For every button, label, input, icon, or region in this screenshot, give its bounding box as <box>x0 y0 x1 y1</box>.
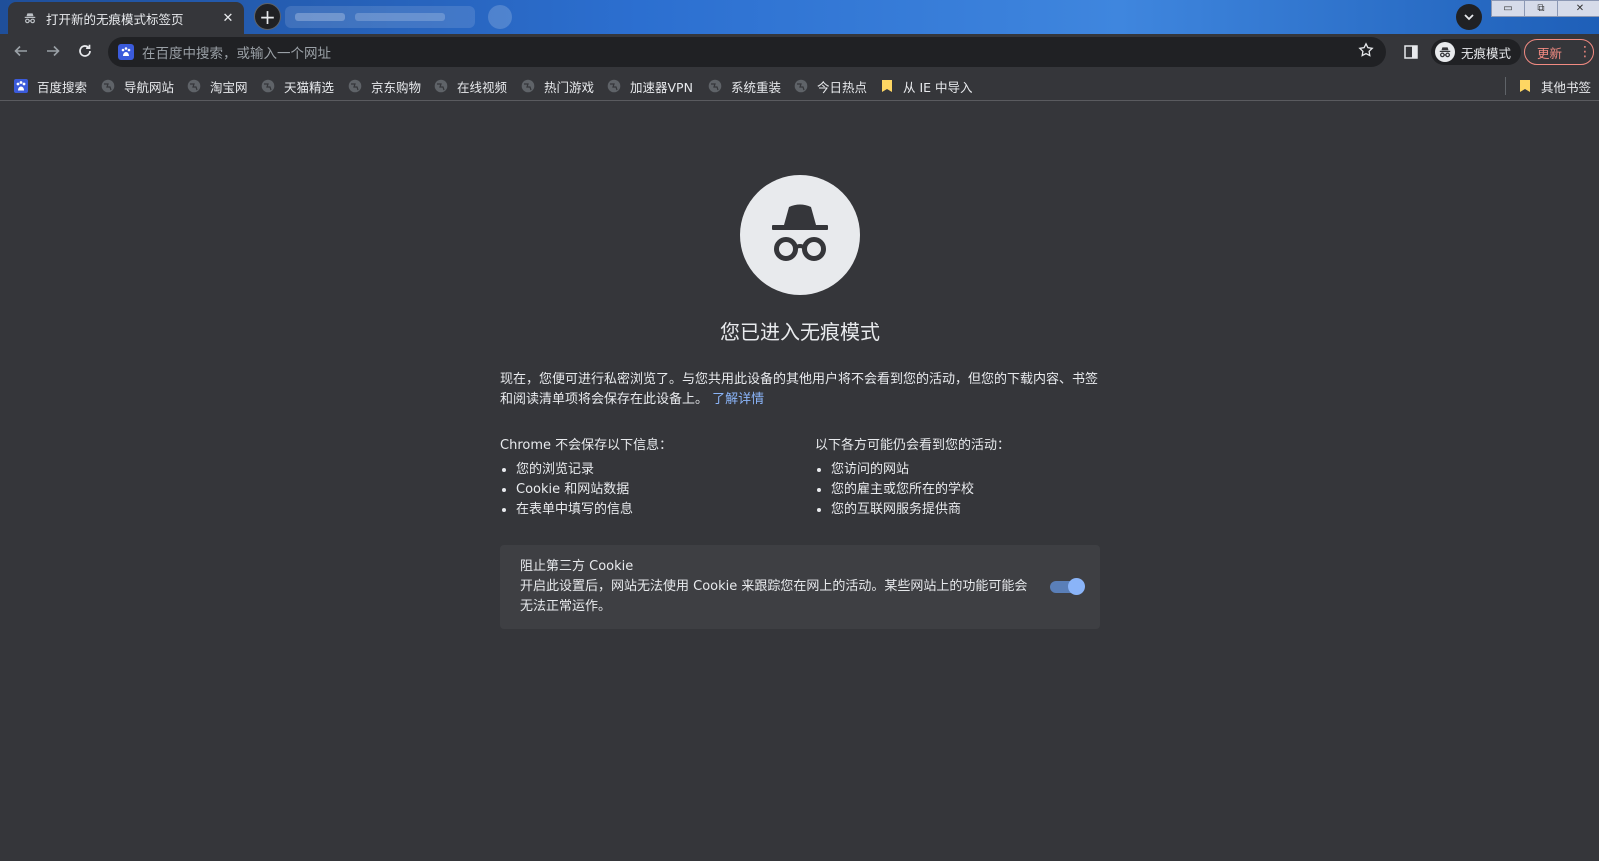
baidu-icon <box>14 79 28 93</box>
cookie-card-description: 开启此设置后，网站无法使用 Cookie 来跟踪您在网上的活动。某些网站上的功能… <box>520 579 1028 614</box>
page-title: 您已进入无痕模式 <box>720 320 880 344</box>
globe-icon <box>187 79 201 93</box>
globe-icon <box>434 79 448 93</box>
close-window-button[interactable]: ✕ <box>1557 0 1599 17</box>
globe-icon <box>101 79 115 93</box>
tab-close-icon[interactable]: ✕ <box>220 10 236 26</box>
may-see-list: 您访问的网站 您的雇主或您所在的学校 您的互联网服务提供商 <box>815 460 1115 520</box>
bookmark-label: 天猫精选 <box>284 79 335 95</box>
bookmark-label: 其他书签 <box>1541 79 1592 95</box>
not-saved-title: Chrome 不会保存以下信息： <box>500 438 673 453</box>
list-item: 在表单中填写的信息 <box>516 500 800 520</box>
bookmark-item[interactable]: 淘宝网 <box>187 77 248 95</box>
side-panel-icon <box>1404 44 1418 63</box>
incognito-hero-icon <box>740 175 860 295</box>
baidu-icon <box>118 44 134 60</box>
third-party-cookie-card: 阻止第三方 Cookie 开启此设置后，网站无法使用 Cookie 来跟踪您在网… <box>500 545 1100 629</box>
may-see-column: 以下各方可能仍会看到您的活动： 您访问的网站 您的雇主或您所在的学校 您的互联网… <box>815 436 1115 520</box>
list-item: 您的雇主或您所在的学校 <box>831 480 1115 500</box>
reload-button[interactable] <box>72 40 98 66</box>
cookie-card-title: 阻止第三方 Cookie <box>520 559 634 574</box>
may-see-title: 以下各方可能仍会看到您的活动： <box>815 438 1011 453</box>
bookmark-label: 从 IE 中导入 <box>903 79 973 95</box>
star-icon[interactable] <box>1358 42 1374 62</box>
bookmark-item[interactable]: 从 IE 中导入 <box>880 77 973 95</box>
block-cookies-toggle[interactable] <box>1050 578 1085 595</box>
globe-icon <box>261 79 275 93</box>
bookmark-label: 今日热点 <box>817 79 868 95</box>
bookmark-item[interactable]: 今日热点 <box>794 77 867 95</box>
folder-icon <box>880 79 894 93</box>
bookmark-label: 热门游戏 <box>544 79 595 95</box>
folder-icon <box>1518 79 1532 93</box>
arrow-right-icon <box>45 43 61 63</box>
list-item: 您的浏览记录 <box>516 460 800 480</box>
back-button[interactable] <box>8 40 34 66</box>
side-panel-button[interactable] <box>1400 42 1422 64</box>
bookmark-item[interactable]: 导航网站 <box>101 77 174 95</box>
bookmark-item[interactable]: 加速器VPN <box>607 77 693 95</box>
not-saved-column: Chrome 不会保存以下信息： 您的浏览记录 Cookie 和网站数据 在表单… <box>500 436 800 520</box>
background-window-tab <box>285 6 475 28</box>
blurred-text <box>355 13 445 21</box>
list-item: 您的互联网服务提供商 <box>831 500 1115 520</box>
reload-icon <box>77 43 93 63</box>
tab-search-button[interactable] <box>1456 4 1482 30</box>
incognito-label: 无痕模式 <box>1461 45 1512 61</box>
window-controls: ▭ ⧉ ✕ <box>1491 0 1599 18</box>
bookmark-item[interactable]: 天猫精选 <box>261 77 334 95</box>
intro-paragraph: 现在，您便可进行私密浏览了。与您共用此设备的其他用户将不会看到您的活动，但您的下… <box>500 370 1100 410</box>
tab-strip: 打开新的无痕模式标签页 ✕ + ▭ ⧉ ✕ <box>0 0 1599 34</box>
bookmark-item[interactable]: 百度搜索 <box>14 77 87 95</box>
bookmark-label: 在线视频 <box>457 79 508 95</box>
bookmark-label: 加速器VPN <box>630 79 693 95</box>
restore-button[interactable]: ⧉ <box>1524 0 1558 17</box>
globe-icon <box>348 79 362 93</box>
bookmark-item[interactable]: 热门游戏 <box>521 77 594 95</box>
globe-icon <box>794 79 808 93</box>
new-tab-button[interactable]: + <box>254 3 281 30</box>
bookmark-label: 京东购物 <box>371 79 422 95</box>
list-item: Cookie 和网站数据 <box>516 480 800 500</box>
incognito-profile-button[interactable]: 无痕模式 <box>1431 39 1522 65</box>
bookmark-item[interactable]: 京东购物 <box>348 77 421 95</box>
blurred-text <box>295 13 345 21</box>
globe-icon <box>521 79 535 93</box>
chevron-down-icon <box>1463 8 1475 27</box>
tab-incognito-new-tab[interactable]: 打开新的无痕模式标签页 ✕ <box>8 2 244 34</box>
not-saved-list: 您的浏览记录 Cookie 和网站数据 在表单中填写的信息 <box>500 460 800 520</box>
bookmark-item[interactable]: 系统重装 <box>708 77 781 95</box>
tab-title: 打开新的无痕模式标签页 <box>46 11 184 27</box>
incognito-icon <box>22 10 38 26</box>
toggle-knob <box>1068 578 1085 595</box>
other-bookmarks-folder[interactable]: 其他书签 <box>1518 77 1591 95</box>
address-bar[interactable]: 在百度中搜索，或输入一个网址 <box>108 37 1386 67</box>
forward-button[interactable] <box>40 40 66 66</box>
learn-more-link[interactable]: 了解详情 <box>712 392 764 407</box>
bookmark-label: 系统重装 <box>731 79 782 95</box>
intro-text: 现在，您便可进行私密浏览了。与您共用此设备的其他用户将不会看到您的活动，但您的下… <box>500 372 1099 407</box>
list-item: 您访问的网站 <box>831 460 1115 480</box>
minimize-button[interactable]: ▭ <box>1491 0 1525 17</box>
bookmark-label: 导航网站 <box>124 79 175 95</box>
arrow-left-icon <box>13 43 29 63</box>
bookmark-item[interactable]: 在线视频 <box>434 77 507 95</box>
globe-icon <box>607 79 621 93</box>
bookmark-label: 淘宝网 <box>210 79 248 95</box>
bookmarks-divider <box>1505 77 1506 95</box>
menu-dots-icon[interactable]: ⋮ <box>1577 44 1593 60</box>
globe-icon <box>708 79 722 93</box>
update-button[interactable]: 更新 ⋮ <box>1524 39 1594 65</box>
address-placeholder: 在百度中搜索，或输入一个网址 <box>142 46 331 62</box>
update-label: 更新 <box>1537 45 1563 61</box>
toolbar: 在百度中搜索，或输入一个网址 无痕模式 更新 ⋮ <box>0 34 1599 71</box>
incognito-icon <box>1435 42 1455 62</box>
bookmarks-bar: 百度搜索 导航网站 淘宝网 天猫精选 京东购物 在线视频 热门游戏 加速器VPN… <box>0 71 1599 101</box>
bookmark-label: 百度搜索 <box>37 79 88 95</box>
background-new-tab-icon <box>488 5 512 29</box>
